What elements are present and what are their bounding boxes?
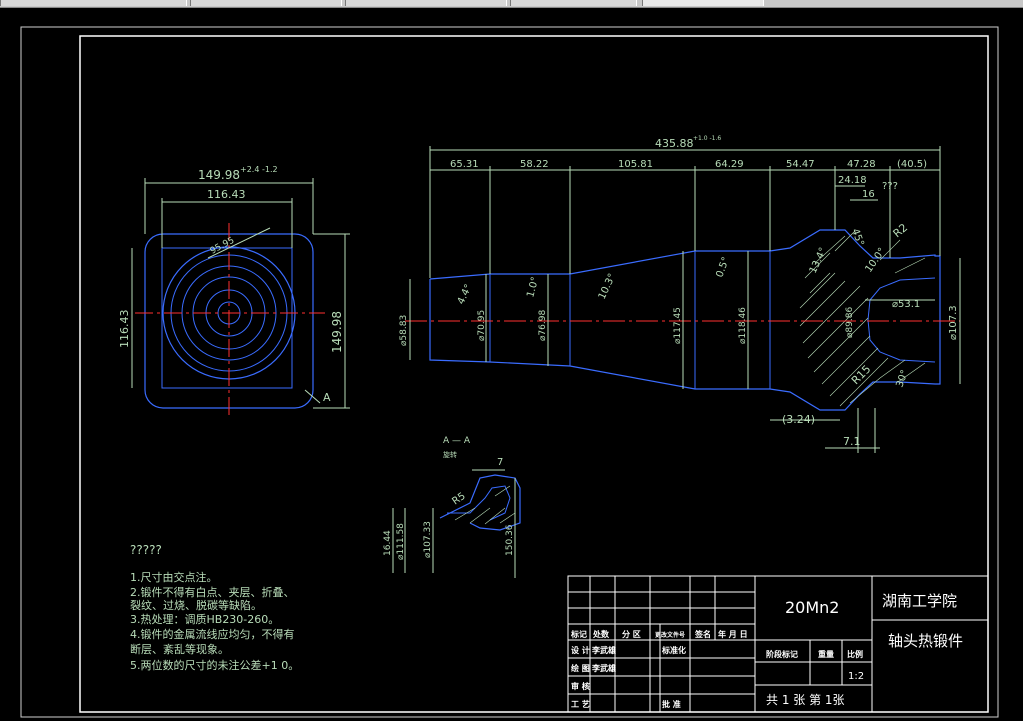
note-line: 裂纹、过烧、脱碳等缺陷。 [130,598,262,612]
part-name: 轴头热锻件 [888,632,963,650]
sub-dim: 24.18 [838,175,867,186]
dim-top-tol: +2.4 -1.2 [240,165,278,174]
dim-inner: 116.43 [207,188,246,201]
note-line: 2.锻件不得有白点、夹层、折叠、 [130,585,295,599]
technical-notes: ????? 1.尺寸由交点注。 2.锻件不得有白点、夹层、折叠、 裂纹、过烧、脱… [130,543,299,672]
bottom-dim: 7.1 [843,435,861,448]
sheet: 共 1 张 第 1张 [766,693,845,707]
angle: 45° [849,227,865,247]
seg-dim: 54.47 [786,159,815,170]
approve: 批 准 [662,699,681,709]
notes-heading: ????? [130,543,162,557]
inner-square [161,247,293,389]
scale: 1:2 [848,671,864,682]
angle: 30° [894,369,910,389]
tab[interactable] [0,0,187,6]
note-line: 5.两位数的尺寸的未注公差+1 0。 [130,658,299,672]
note-line: 4.锻件的金属流线应均匀，不得有 [130,627,295,641]
dim-top: 149.98 [198,168,240,182]
title-block-text: 20Mn2 湖南工学院 轴头热锻件 标记 处数 分 区 更改文件号 签名 年 月… [570,592,963,709]
drawn: 绘 图 [571,663,590,673]
header-cell: 更改文件号 [655,631,685,639]
bottom-dim: (3.24) [782,413,815,426]
dia-dim: ⌀117.45 [673,307,683,344]
overall-tol: +1.0 -1.6 [693,135,721,142]
sub-dim: ??? [882,181,898,192]
tab-strip [0,0,1023,8]
std: 标准化 [661,645,686,655]
left-view: 149.98 +2.4 -1.2 116.43 116.43 149.98 95… [118,165,350,418]
radius: R2 [891,221,911,240]
section-view: A — A 旋转 7 R5 16.44 ⌀111.58 ⌀107.33 150.… [383,436,521,578]
section-mark: A [323,391,331,404]
angle: 0.5° [714,256,731,279]
dia-dim: ⌀118.46 [738,307,748,344]
section-dim: ⌀111.58 [396,523,406,560]
material: 20Mn2 [785,598,839,617]
seg-dim: 64.29 [715,159,744,170]
tab[interactable] [510,0,637,6]
section-dim: 150.36 [505,524,515,556]
angle: 10.3° [597,272,618,301]
cad-drawing[interactable]: 149.98 +2.4 -1.2 116.43 116.43 149.98 95… [0,8,1023,721]
note-line: 断层、紊乱等现象。 [130,642,229,656]
section-dim: 16.44 [383,530,393,556]
dim-left: 116.43 [118,310,131,349]
dia-dim: ⌀58.83 [399,315,409,346]
angle: 1.0° [525,276,541,299]
dia-dim: ⌀53.1 [892,299,920,310]
dim-right: 149.98 [330,311,344,353]
section-title: A — A [443,436,471,446]
stage: 阶段标记 [766,649,798,659]
dim-diag: 95.95 [209,236,236,257]
role-name: 李武雄 [591,645,616,655]
header-cell: 分 区 [622,629,641,639]
seg-dim: 47.28 [847,159,876,170]
header-cell: 处数 [592,629,610,639]
role-name: 李武雄 [591,663,616,673]
school: 湖南工学院 [882,592,957,610]
dia-dim: ⌀89.86 [845,307,855,338]
header-cell: 签名 [694,629,711,639]
role: 工 艺 [571,699,590,709]
tab[interactable] [190,0,342,6]
section-dim: 7 [497,457,503,468]
ratio: 比例 [847,649,863,659]
note-line: 1.尺寸由交点注。 [130,570,218,584]
note-line: 3.热处理：调质HB230-260。 [130,613,279,626]
seg-dim: (40.5) [897,159,927,170]
radius: R15 [849,363,873,387]
section-subtitle: 旋转 [443,450,457,459]
role: 审 核 [571,681,590,691]
dia-dim: ⌀70.95 [477,310,487,341]
overall-dim: 435.88 [655,137,694,150]
role: 设 计 [571,645,590,655]
tab[interactable] [345,0,507,6]
angle: 13.4° [808,246,829,275]
angle: 10.0° [863,246,888,275]
dia-dim: ⌀76.98 [538,310,548,341]
angle: 4.4° [456,283,475,307]
shaft-profile [429,229,941,411]
header-cell: 标记 [570,629,587,639]
seg-dim: 58.22 [520,159,549,170]
tab-active[interactable] [642,0,764,6]
weight: 重量 [818,649,834,659]
seg-dim: 105.81 [618,159,653,170]
main-view: 435.88 +1.0 -1.6 65.31 58.22 105.81 64.2… [399,135,961,453]
header-cell: 年 月 日 [718,629,748,639]
seg-dim: 65.31 [450,159,479,170]
sub-dim: 16 [862,189,875,200]
dia-dim: ⌀107.3 [948,305,959,340]
section-dim: ⌀107.33 [423,521,433,558]
